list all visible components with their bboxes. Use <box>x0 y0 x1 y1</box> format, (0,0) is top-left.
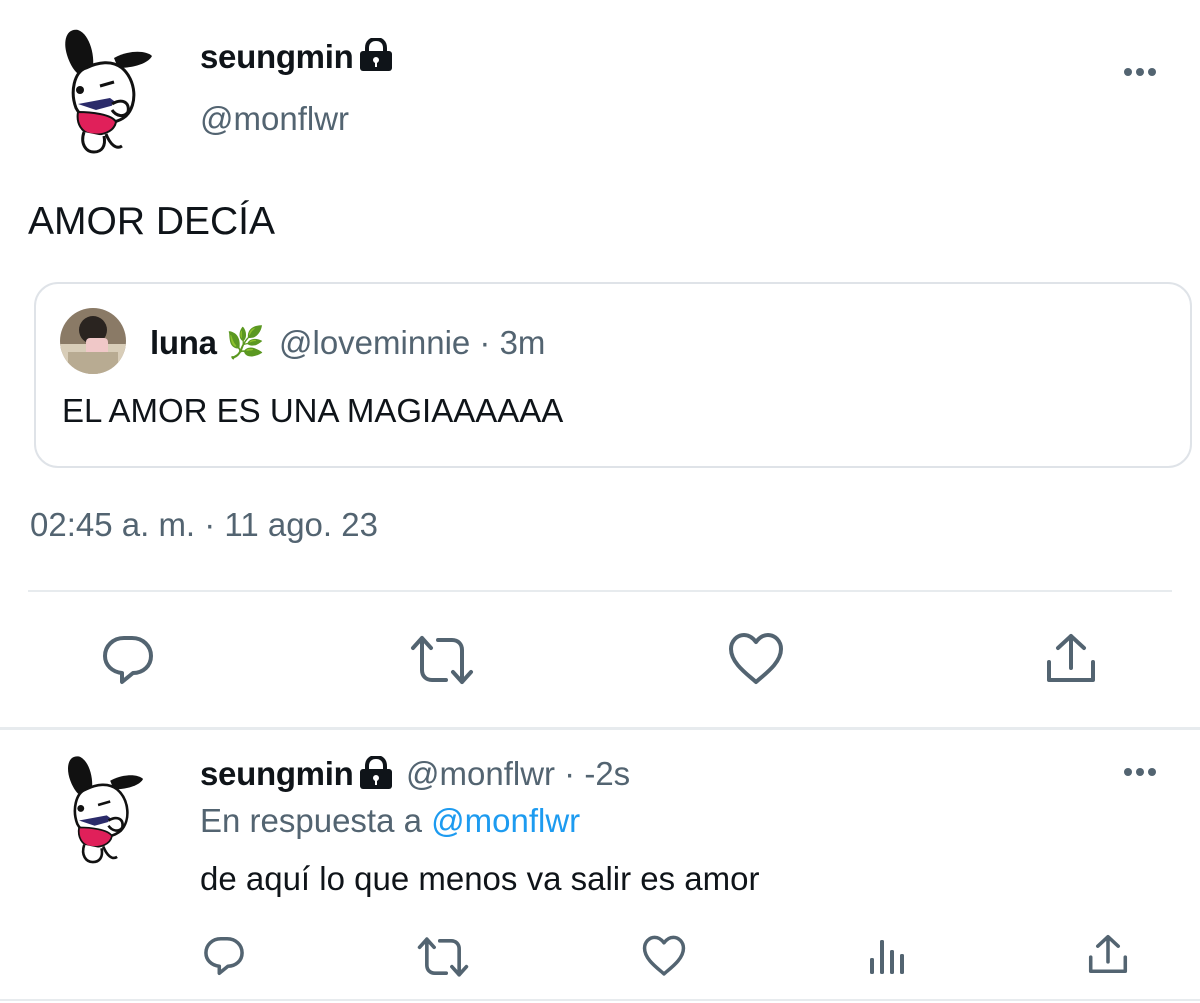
heart-icon[interactable] <box>727 632 785 686</box>
retweet-icon[interactable] <box>410 634 474 686</box>
quoted-text: EL AMOR ES UNA MAGIAAAAAA <box>62 392 564 429</box>
heart-icon[interactable] <box>641 935 687 977</box>
avatar[interactable] <box>56 28 160 158</box>
reply-author-name[interactable]: seungmin <box>200 755 354 793</box>
author-handle[interactable]: @monflwr <box>200 100 349 138</box>
reply-text: de aquí lo que menos va salir es amor <box>200 860 760 897</box>
leaf-emoji: 🌿 <box>226 325 265 360</box>
quoted-author-name[interactable]: luna <box>150 324 217 362</box>
quoted-tweet[interactable]: luna 🌿 @loveminnie · 3m EL AMOR ES UNA M… <box>34 282 1192 468</box>
section-divider <box>0 727 1200 730</box>
replying-prefix: En respuesta a <box>200 802 422 839</box>
reply-handle-time[interactable]: @monflwr · -2s <box>406 755 630 793</box>
divider <box>28 590 1172 592</box>
author-name[interactable]: seungmin <box>200 38 354 76</box>
retweet-icon[interactable] <box>417 936 469 978</box>
reply-icon[interactable] <box>202 934 246 978</box>
share-icon[interactable] <box>1086 932 1130 976</box>
quoted-avatar[interactable] <box>60 308 126 374</box>
replying-to: En respuesta a @monflwr <box>200 802 580 840</box>
more-icon[interactable] <box>1120 64 1160 80</box>
lock-icon <box>358 754 394 790</box>
replying-to-link[interactable]: @monflwr <box>431 802 580 839</box>
views-icon[interactable] <box>867 936 907 976</box>
timestamp[interactable]: 02:45 a. m. · 11 ago. 23 <box>30 506 378 544</box>
share-icon[interactable] <box>1043 630 1099 686</box>
more-icon[interactable] <box>1120 764 1160 780</box>
bottom-divider <box>0 999 1200 1001</box>
reply-icon[interactable] <box>100 632 156 688</box>
tweet-text: AMOR DECÍA <box>28 200 276 243</box>
quoted-handle-time[interactable]: @loveminnie · 3m <box>279 324 545 362</box>
avatar[interactable] <box>60 752 150 870</box>
lock-icon <box>358 36 394 72</box>
